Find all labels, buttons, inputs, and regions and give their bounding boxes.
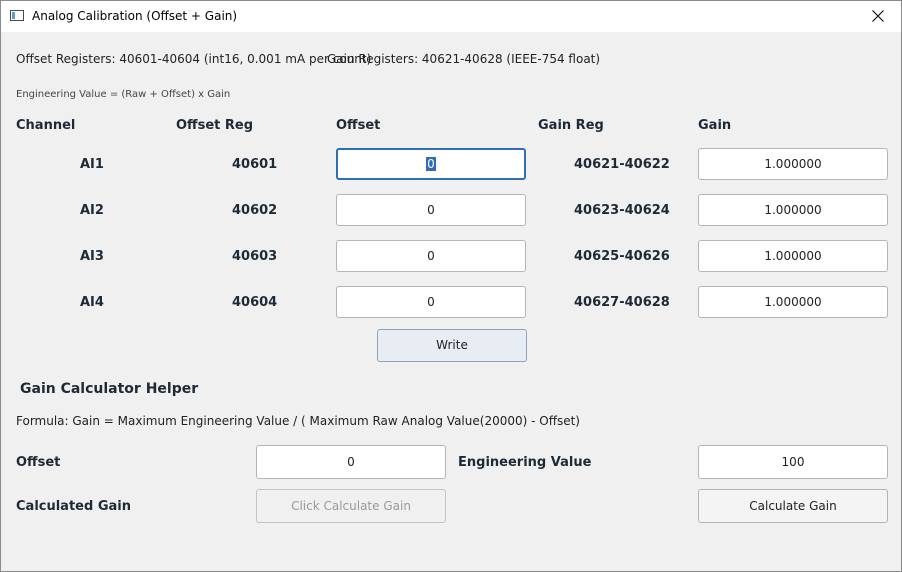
- calculated-gain-output: Click Calculate Gain: [256, 489, 446, 523]
- calibration-window: Analog Calibration (Offset + Gain) Offse…: [0, 0, 902, 572]
- window-title: Analog Calibration (Offset + Gain): [32, 9, 238, 23]
- header-offset-reg: Offset Reg: [176, 118, 254, 133]
- channel-label: AI4: [80, 295, 104, 310]
- close-button[interactable]: [855, 1, 901, 32]
- gain-input-ai1[interactable]: 1.000000: [698, 148, 888, 180]
- close-icon: [872, 10, 884, 22]
- gain-reg-label: 40627-40628: [574, 295, 670, 310]
- offset-input-ai4[interactable]: 0: [336, 286, 526, 318]
- gain-reg-label: 40625-40626: [574, 249, 670, 264]
- gain-registers-info: Gain Registers: 40621-40628 (IEEE-754 fl…: [327, 52, 601, 66]
- channel-label: AI3: [80, 249, 104, 264]
- header-channel: Channel: [16, 118, 76, 133]
- calculated-gain-label: Calculated Gain: [16, 499, 131, 514]
- offset-reg-label: 40601: [232, 157, 278, 172]
- offset-reg-label: 40602: [232, 203, 278, 218]
- gain-reg-label: 40623-40624: [574, 203, 670, 218]
- engineering-value-label: Engineering Value: [458, 455, 592, 470]
- offset-reg-label: 40604: [232, 295, 278, 310]
- gain-input-ai4[interactable]: 1.000000: [698, 286, 888, 318]
- engineering-formula: Engineering Value = (Raw + Offset) x Gai…: [16, 89, 231, 100]
- gain-helper-title: Gain Calculator Helper: [20, 381, 199, 397]
- offset-value: 0: [426, 157, 436, 171]
- gain-input-ai3[interactable]: 1.000000: [698, 240, 888, 272]
- write-button[interactable]: Write: [377, 329, 527, 362]
- calculate-gain-button[interactable]: Calculate Gain: [698, 489, 888, 523]
- header-gain-reg: Gain Reg: [538, 118, 604, 133]
- channel-label: AI2: [80, 203, 104, 218]
- header-gain: Gain: [698, 118, 732, 133]
- gain-input-ai2[interactable]: 1.000000: [698, 194, 888, 226]
- offset-input-ai1[interactable]: 0: [336, 148, 526, 180]
- offset-input-ai3[interactable]: 0: [336, 240, 526, 272]
- helper-offset-input[interactable]: 0: [256, 445, 446, 479]
- channel-label: AI1: [80, 157, 104, 172]
- offset-registers-info: Offset Registers: 40601-40604 (int16, 0.…: [16, 52, 372, 66]
- header-offset: Offset: [336, 118, 381, 133]
- gain-reg-label: 40621-40622: [574, 157, 670, 172]
- offset-input-ai2[interactable]: 0: [336, 194, 526, 226]
- engineering-value-input[interactable]: 100: [698, 445, 888, 479]
- title-bar: Analog Calibration (Offset + Gain): [1, 1, 901, 32]
- app-window-icon: [10, 10, 24, 21]
- gain-helper-formula: Formula: Gain = Maximum Engineering Valu…: [16, 414, 580, 428]
- offset-reg-label: 40603: [232, 249, 278, 264]
- helper-offset-label: Offset: [16, 455, 61, 470]
